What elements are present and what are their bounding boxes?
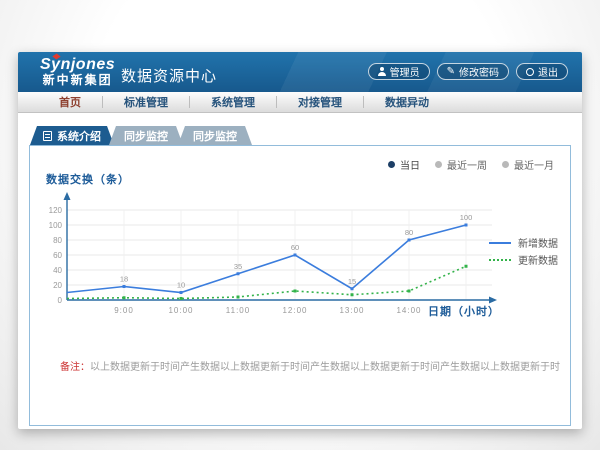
svg-text:100: 100 [49,221,63,230]
svg-text:0: 0 [58,296,63,305]
radio-today[interactable]: 当日 [388,157,420,172]
nav-item-system-mgmt[interactable]: 系统管理 [190,94,276,110]
svg-text:13:00: 13:00 [339,306,364,315]
svg-text:35: 35 [234,262,242,271]
page-title: 数据资源中心 [121,65,217,86]
radio-dot [388,161,395,168]
app-window: Synjones 新中新集团 数据资源中心 管理员 ✎ 修改密码 退出 首页 标… [18,52,582,429]
tab-sync-monitor-1[interactable]: 同步监控 [109,126,183,145]
user-icon [378,67,386,76]
legend-item-update-data[interactable]: 更新数据 [489,251,558,268]
svg-text:15: 15 [348,277,356,286]
svg-text:120: 120 [49,206,63,215]
svg-text:40: 40 [53,266,62,275]
tab-bar: 系统介绍 同步监控 同步监控 [30,126,571,145]
svg-text:12:00: 12:00 [282,306,307,315]
svg-text:60: 60 [53,251,62,260]
edit-icon: ✎ [447,67,455,77]
radio-last-week[interactable]: 最近一周 [435,157,487,172]
svg-text:20: 20 [53,281,62,290]
app-header: Synjones 新中新集团 数据资源中心 管理员 ✎ 修改密码 退出 [18,52,582,92]
radio-dot [502,161,509,168]
svg-text:10: 10 [177,281,185,290]
legend-item-new-data[interactable]: 新增数据 [489,234,558,251]
power-icon [526,68,534,76]
footnote: 备注：以上数据更新于时间产生数据以上数据更新于时间产生数据以上数据更新于时间产生… [60,358,560,373]
main-nav: 首页 标准管理 系统管理 对接管理 数据异动 [18,92,582,113]
svg-text:18: 18 [120,275,128,284]
tab-sync-monitor-2[interactable]: 同步监控 [178,126,252,145]
footnote-text: 以上数据更新于时间产生数据以上数据更新于时间产生数据以上数据更新于时间产生数据以… [90,362,560,373]
solid-line-swatch [489,242,511,244]
svg-text:11:00: 11:00 [226,306,250,315]
svg-text:9:00: 9:00 [114,306,134,315]
nav-item-home[interactable]: 首页 [38,94,102,110]
radio-dot [435,161,442,168]
content-area: 系统介绍 同步监控 同步监控 当日 最近一周 [18,113,582,426]
dotted-line-swatch [489,259,511,261]
admin-user-button[interactable]: 管理员 [368,63,430,80]
company-logo: Synjones 新中新集团 [40,56,115,88]
change-password-button[interactable]: ✎ 修改密码 [437,63,509,80]
footnote-label: 备注： [60,362,90,373]
svg-text:60: 60 [291,243,299,252]
nav-item-interface-mgmt[interactable]: 对接管理 [277,94,363,110]
svg-text:100: 100 [460,213,473,222]
logo-wordmark: Synjones [40,56,115,73]
y-axis-title: 数据交换（条） [46,171,130,187]
svg-text:14:00: 14:00 [396,306,421,315]
logo-company-name: 新中新集团 [40,73,115,88]
logout-button[interactable]: 退出 [516,63,568,80]
svg-text:10:00: 10:00 [168,306,193,315]
tab-system-intro[interactable]: 系统介绍 [30,126,114,145]
document-icon [43,131,52,141]
nav-item-standard-mgmt[interactable]: 标准管理 [103,94,189,110]
nav-item-data-change[interactable]: 数据异动 [364,94,450,110]
x-axis-title: 日期（小时） [428,303,500,319]
radio-last-month[interactable]: 最近一月 [502,157,554,172]
svg-text:80: 80 [405,228,413,237]
user-actions: 管理员 ✎ 修改密码 退出 [368,63,568,80]
time-range-filter: 当日 最近一周 最近一月 [388,157,554,172]
chart-panel: 当日 最近一周 最近一月 数据交换（条） 0 20 40 60 80 100 120 9:00… [29,145,571,426]
chart-legend: 新增数据 更新数据 [489,234,558,268]
svg-text:80: 80 [53,236,62,245]
